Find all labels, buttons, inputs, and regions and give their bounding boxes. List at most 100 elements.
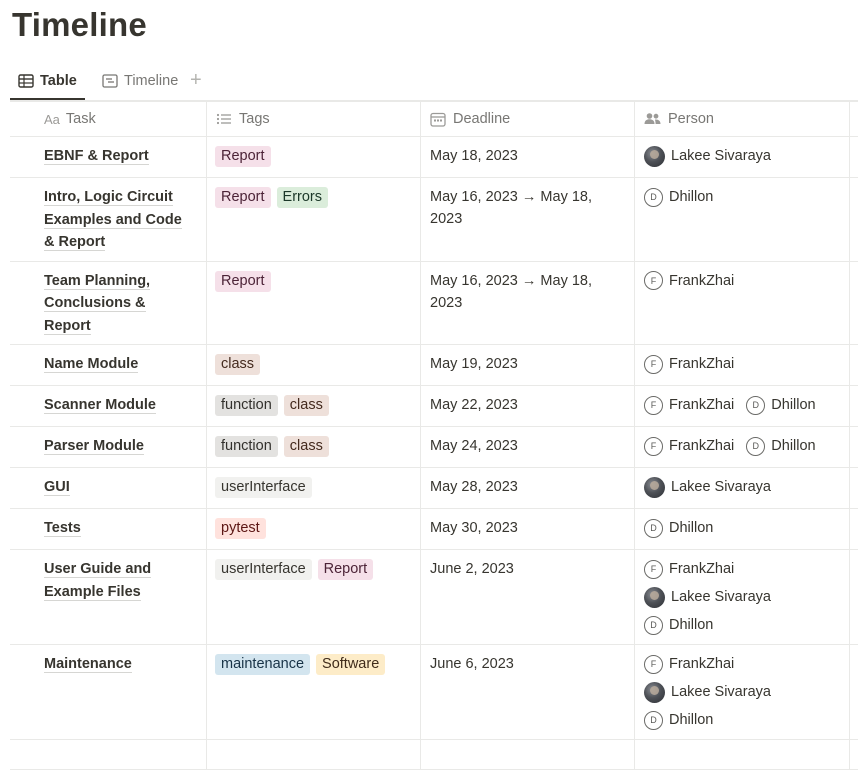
tags-cell[interactable]: functionclass	[207, 386, 421, 427]
task-cell[interactable]: Scanner Module	[10, 386, 207, 427]
person-chip[interactable]: Lakee Sivaraya	[644, 143, 771, 169]
table-row-empty[interactable]	[10, 740, 858, 770]
column-header-task[interactable]: Aa Task	[10, 102, 207, 137]
tags-cell[interactable]: pytest	[207, 509, 421, 550]
task-title[interactable]: Parser Module	[44, 438, 144, 455]
task-title[interactable]: Maintenance	[44, 656, 132, 673]
task-title[interactable]: EBNF & Report	[44, 148, 149, 165]
deadline-cell[interactable]: May 28, 2023	[421, 468, 635, 509]
row-extra-cell	[850, 261, 858, 345]
deadline-cell[interactable]: May 30, 2023	[421, 509, 635, 550]
tab-timeline[interactable]: Timeline	[94, 64, 186, 98]
person-name: Lakee Sivaraya	[671, 148, 771, 164]
row-extra-cell	[850, 137, 858, 178]
tags-cell[interactable]: maintenanceSoftware	[207, 645, 421, 740]
person-cell[interactable]: FFrankZhaiLakee SivarayaDDhillon	[635, 550, 850, 645]
tags-cell[interactable]: userInterface	[207, 468, 421, 509]
table-row[interactable]: GUI userInterfaceMay 28, 2023 Lakee Sivara…	[10, 468, 858, 509]
tags-cell[interactable]: userInterfaceReport	[207, 550, 421, 645]
person-cell[interactable]: DDhillon	[635, 178, 850, 262]
person-chip[interactable]: FFrankZhai	[644, 651, 831, 677]
task-cell[interactable]: EBNF & Report	[10, 137, 207, 178]
deadline-cell[interactable]: May 16, 2023 → May 18, 2023	[421, 178, 635, 262]
person-chip[interactable]: DDhillon	[644, 184, 713, 210]
deadline-value: May 24, 2023	[421, 427, 634, 464]
deadline-cell[interactable]: June 2, 2023	[421, 550, 635, 645]
tags-cell[interactable]: ReportErrors	[207, 178, 421, 262]
person-name: Dhillon	[669, 712, 713, 728]
table-row[interactable]: Maintenance maintenanceSoftwareJune 6, 20…	[10, 645, 858, 740]
task-cell[interactable]: Tests	[10, 509, 207, 550]
person-cell[interactable]: FFrankZhai	[635, 261, 850, 345]
table-row[interactable]: Name Module classMay 19, 2023 FFrankZhai	[10, 345, 858, 386]
person-chip[interactable]: FFrankZhai	[644, 392, 734, 418]
person-chip[interactable]: D Dhillon	[644, 515, 713, 541]
deadline-cell[interactable]: June 6, 2023	[421, 645, 635, 740]
person-chip[interactable]: FFrankZhai	[644, 268, 734, 294]
deadline-cell[interactable]: May 19, 2023	[421, 345, 635, 386]
add-view-icon[interactable]: +	[190, 70, 202, 90]
person-cell[interactable]: FFrankZhai DDhillon	[635, 386, 850, 427]
person-chip[interactable]: DDhillon	[644, 707, 831, 733]
tags-cell[interactable]: class	[207, 345, 421, 386]
task-cell[interactable]: Intro, Logic Circuit Examples and Code &…	[10, 178, 207, 262]
table-row[interactable]: EBNF & Report ReportMay 18, 2023 Lakee Siv…	[10, 137, 858, 178]
person-chip[interactable]: FFrankZhai	[644, 351, 734, 377]
table-row[interactable]: Team Planning, Conclusions & Report Repor…	[10, 261, 858, 345]
person-chip[interactable]: DDhillon	[746, 433, 815, 459]
task-title[interactable]: Scanner Module	[44, 397, 156, 414]
task-title[interactable]: GUI	[44, 479, 70, 496]
table-row[interactable]: Parser ModulefunctionclassMay 24, 2023FF…	[10, 427, 858, 468]
person-chip[interactable]: FFrankZhai	[644, 556, 831, 582]
table-row[interactable]: User Guide and Example Files userInterfac…	[10, 550, 858, 645]
avatar: D	[644, 519, 663, 538]
deadline-cell[interactable]: May 22, 2023	[421, 386, 635, 427]
person-chip[interactable]: Lakee Sivaraya	[644, 474, 771, 500]
column-label: Person	[668, 111, 714, 127]
task-cell[interactable]: User Guide and Example Files	[10, 550, 207, 645]
person-cell[interactable]: FFrankZhai	[635, 345, 850, 386]
person-chip[interactable]: Lakee Sivaraya	[644, 679, 831, 705]
person-name: FrankZhai	[669, 561, 734, 577]
text-property-icon: Aa	[44, 112, 60, 127]
avatar: D	[746, 396, 765, 415]
task-cell[interactable]: Parser Module	[10, 427, 207, 468]
deadline-cell[interactable]: May 24, 2023	[421, 427, 635, 468]
person-cell[interactable]: D Dhillon	[635, 509, 850, 550]
task-title[interactable]: Team Planning, Conclusions & Report	[44, 273, 150, 335]
deadline-value: May 22, 2023	[421, 386, 634, 423]
task-cell[interactable]: Name Module	[10, 345, 207, 386]
tab-table[interactable]: Table	[10, 64, 85, 100]
deadline-cell[interactable]: May 18, 2023	[421, 137, 635, 178]
task-cell[interactable]: GUI	[10, 468, 207, 509]
tag-badge: Report	[215, 187, 271, 208]
table-row[interactable]: Tests pytestMay 30, 2023 D Dhillon	[10, 509, 858, 550]
column-header-person[interactable]: Person	[635, 102, 850, 137]
person-chip[interactable]: Lakee Sivaraya	[644, 584, 831, 610]
task-title[interactable]: Name Module	[44, 356, 138, 373]
task-title[interactable]: Tests	[44, 520, 81, 537]
task-title[interactable]: Intro, Logic Circuit Examples and Code &…	[44, 189, 182, 251]
tags-cell[interactable]: functionclass	[207, 427, 421, 468]
person-name: Dhillon	[669, 520, 713, 536]
column-header-deadline[interactable]: Deadline	[421, 102, 635, 137]
person-chip[interactable]: DDhillon	[746, 392, 815, 418]
task-cell[interactable]: Maintenance	[10, 645, 207, 740]
tags-cell[interactable]: Report	[207, 137, 421, 178]
person-chip[interactable]: DDhillon	[644, 612, 831, 638]
avatar: D	[644, 188, 663, 207]
task-title[interactable]: User Guide and Example Files	[44, 561, 151, 601]
person-cell[interactable]: Lakee Sivaraya	[635, 137, 850, 178]
task-cell[interactable]: Team Planning, Conclusions & Report	[10, 261, 207, 345]
person-cell[interactable]: Lakee Sivaraya	[635, 468, 850, 509]
person-cell[interactable]: FFrankZhai DDhillon	[635, 427, 850, 468]
tags-cell[interactable]: Report	[207, 261, 421, 345]
column-header-add[interactable]	[850, 102, 858, 137]
tasks-table: Aa Task Tags	[10, 101, 858, 770]
column-header-tags[interactable]: Tags	[207, 102, 421, 137]
person-cell[interactable]: FFrankZhaiLakee SivarayaDDhillon	[635, 645, 850, 740]
person-chip[interactable]: FFrankZhai	[644, 433, 734, 459]
table-row[interactable]: Scanner ModulefunctionclassMay 22, 2023F…	[10, 386, 858, 427]
deadline-cell[interactable]: May 16, 2023 → May 18, 2023	[421, 261, 635, 345]
table-row[interactable]: Intro, Logic Circuit Examples and Code &…	[10, 178, 858, 262]
